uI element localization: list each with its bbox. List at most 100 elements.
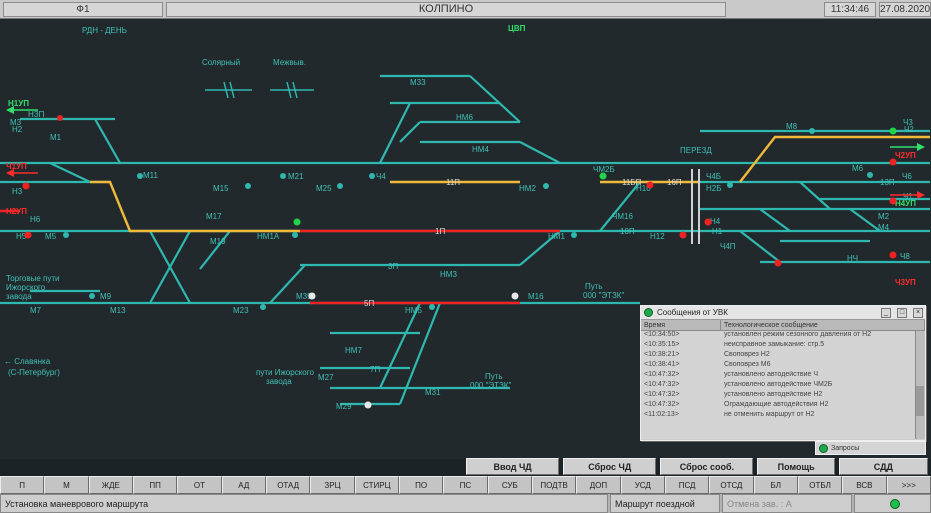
signal-green [293, 218, 301, 226]
messages-header: Время Технологическое сообщение [641, 320, 925, 331]
signal-teal [245, 183, 251, 189]
sig-label-m15: М15 [213, 184, 229, 193]
sig-label-n6: Н6 [30, 215, 41, 224]
arrival-ch3up: Ч3УП [895, 278, 916, 287]
scheme-center-label: ЦВП [508, 24, 526, 33]
signal-teal [63, 232, 69, 238]
arrival-n4up: Н4УП [895, 199, 916, 208]
scrollbar-thumb[interactable] [916, 386, 924, 416]
track-3p: 3П [388, 262, 398, 271]
sig-label-ch4p: Ч4П [720, 242, 736, 251]
status-indicator [854, 494, 931, 513]
fn-button[interactable]: ОТБЛ [797, 476, 843, 494]
sig-label-n4: Н4 [710, 217, 721, 226]
fn-button[interactable]: ПСД [664, 476, 710, 494]
sig-label-m2: М2 [878, 212, 890, 221]
siding-izh-2: завода [266, 377, 292, 386]
fn-button[interactable]: ПО [398, 476, 444, 494]
requests-title: Запросы [831, 444, 860, 452]
list-item[interactable]: <10:47:32> установлено автодействие Н2 [641, 391, 925, 401]
reset-messages-button[interactable]: Сброс сооб. [660, 458, 754, 475]
siding-ooo-2: 000 "ЭТЗК" [583, 291, 624, 300]
list-item[interactable]: <10:38:41> Своповрез М6 [641, 361, 925, 371]
messages-scrollbar[interactable] [915, 331, 925, 439]
fn-button[interactable]: ЖДЕ [88, 476, 133, 494]
fn-button-next[interactable]: >>> [886, 476, 931, 494]
sig-label-n1: Н1 [712, 227, 723, 236]
sig-label-m4: М4 [878, 223, 890, 232]
route-red [0, 209, 560, 305]
messages-window[interactable]: Сообщения от УВК _ □ × Время Технологиче… [640, 305, 926, 441]
arrival-n2up: Н2УП [6, 207, 27, 216]
fn-button[interactable]: ОТ [177, 476, 222, 494]
sig-label-ch8: Ч8 [900, 252, 910, 261]
clock-time: 11:34:46 [824, 1, 876, 17]
col-text-header[interactable]: Технологическое сообщение [721, 320, 925, 330]
track-7p: 7П [370, 365, 380, 374]
fn-button[interactable]: П [0, 476, 45, 494]
fn-button[interactable]: СТИРЦ [354, 476, 399, 494]
sig-label-m13: М13 [110, 306, 126, 315]
minimize-icon[interactable]: _ [881, 307, 891, 318]
fn-button[interactable]: УСД [620, 476, 665, 494]
siding-ooo-1: 000 "ЭТЗК" [470, 381, 511, 390]
sig-label-ch3: Ч3 [903, 118, 913, 127]
list-item[interactable]: <10:38:21> Своповрез Н2 [641, 351, 925, 361]
list-item[interactable]: <10:35:15> неисправное замыкание: стр.5 [641, 341, 925, 351]
fn-button[interactable]: ДОП [576, 476, 621, 494]
sig-label-m6: М6 [852, 164, 864, 173]
sig-label-m27: М27 [318, 373, 334, 382]
f-key-field[interactable]: Ф1 [3, 1, 163, 17]
list-item[interactable]: <11:02:13> не отменить маршрут от Н2 [641, 411, 925, 421]
fn-button[interactable]: ВСВ [842, 476, 887, 494]
fn-button[interactable]: М [44, 476, 89, 494]
help-button[interactable]: Помощь [757, 458, 835, 475]
status-route: Маршрут поездной [610, 494, 720, 513]
list-item[interactable]: <10:47:32> установлено автодействие Ч [641, 371, 925, 381]
sig-label-nm1a: НМ1А [257, 232, 280, 241]
sig-label-n12: Н12 [650, 232, 665, 241]
sdd-button[interactable]: СДД [838, 458, 928, 475]
fn-button[interactable]: БЛ [753, 476, 798, 494]
messages-title-bar[interactable]: Сообщения от УВК _ □ × [641, 306, 925, 320]
fn-button[interactable]: ПП [132, 476, 178, 494]
legend-mesh: Межвыв. [273, 58, 306, 67]
sig-label-nm6: НМ6 [456, 113, 473, 122]
list-item[interactable]: <10:47:32> установлено автодействие ЧМ2Б [641, 381, 925, 391]
messages-list[interactable]: <10:34:50> установлен режим сезонного дав… [641, 331, 925, 439]
list-item[interactable]: <10:47:32> Ограждающие автодействия Н2 [641, 401, 925, 411]
sig-label-m11: М11 [143, 171, 159, 180]
col-time-header[interactable]: Время [641, 320, 721, 330]
close-icon[interactable]: × [913, 307, 923, 318]
sig-label-m29: М29 [336, 402, 352, 411]
sig-label-ch6: Ч6 [902, 172, 912, 181]
siding-put-2: Путь [585, 282, 603, 291]
sig-label-nm3: НМ3 [440, 270, 457, 279]
signal-white [511, 292, 519, 300]
fn-button[interactable]: СУБ [487, 476, 532, 494]
fn-button[interactable]: ЗРЦ [310, 476, 355, 494]
reset-chd-button[interactable]: Сброс ЧД [563, 458, 657, 475]
fn-button[interactable]: АД [221, 476, 266, 494]
maximize-icon[interactable]: □ [897, 307, 907, 318]
sig-label-m16: М16 [528, 292, 544, 301]
sig-label-nm5: НМ5 [405, 306, 422, 315]
track-11bp: 16П [667, 178, 682, 187]
track-11p: 11П [446, 178, 460, 187]
requests-window[interactable]: Запросы [815, 441, 926, 455]
enter-chd-button[interactable]: Ввод ЧД [466, 458, 560, 475]
siding-trade-1: Торговые пути [6, 274, 60, 283]
list-item[interactable]: <10:34:50> установлен режим сезонного дав… [641, 331, 925, 341]
status-bar: Установка маневрового маршрута Маршрут п… [0, 494, 931, 513]
fn-button[interactable]: ОТАД [265, 476, 311, 494]
status-mode: Установка маневрового маршрута [0, 494, 608, 513]
sig-label-m25: М25 [316, 184, 332, 193]
arrival-ch1up: Ч1УП [6, 162, 27, 171]
fn-button[interactable]: ПС [443, 476, 488, 494]
fn-button[interactable]: ОТСД [709, 476, 754, 494]
function-key-row: П М ЖДЕ ПП ОТ АД ОТАД ЗРЦ СТИРЦ ПО ПС СУ… [0, 476, 931, 494]
sig-label-nch: НЧ [847, 254, 858, 263]
siding-put-1: Путь [485, 372, 503, 381]
fn-button[interactable]: ПОДТВ [531, 476, 577, 494]
signal-red [22, 182, 30, 190]
